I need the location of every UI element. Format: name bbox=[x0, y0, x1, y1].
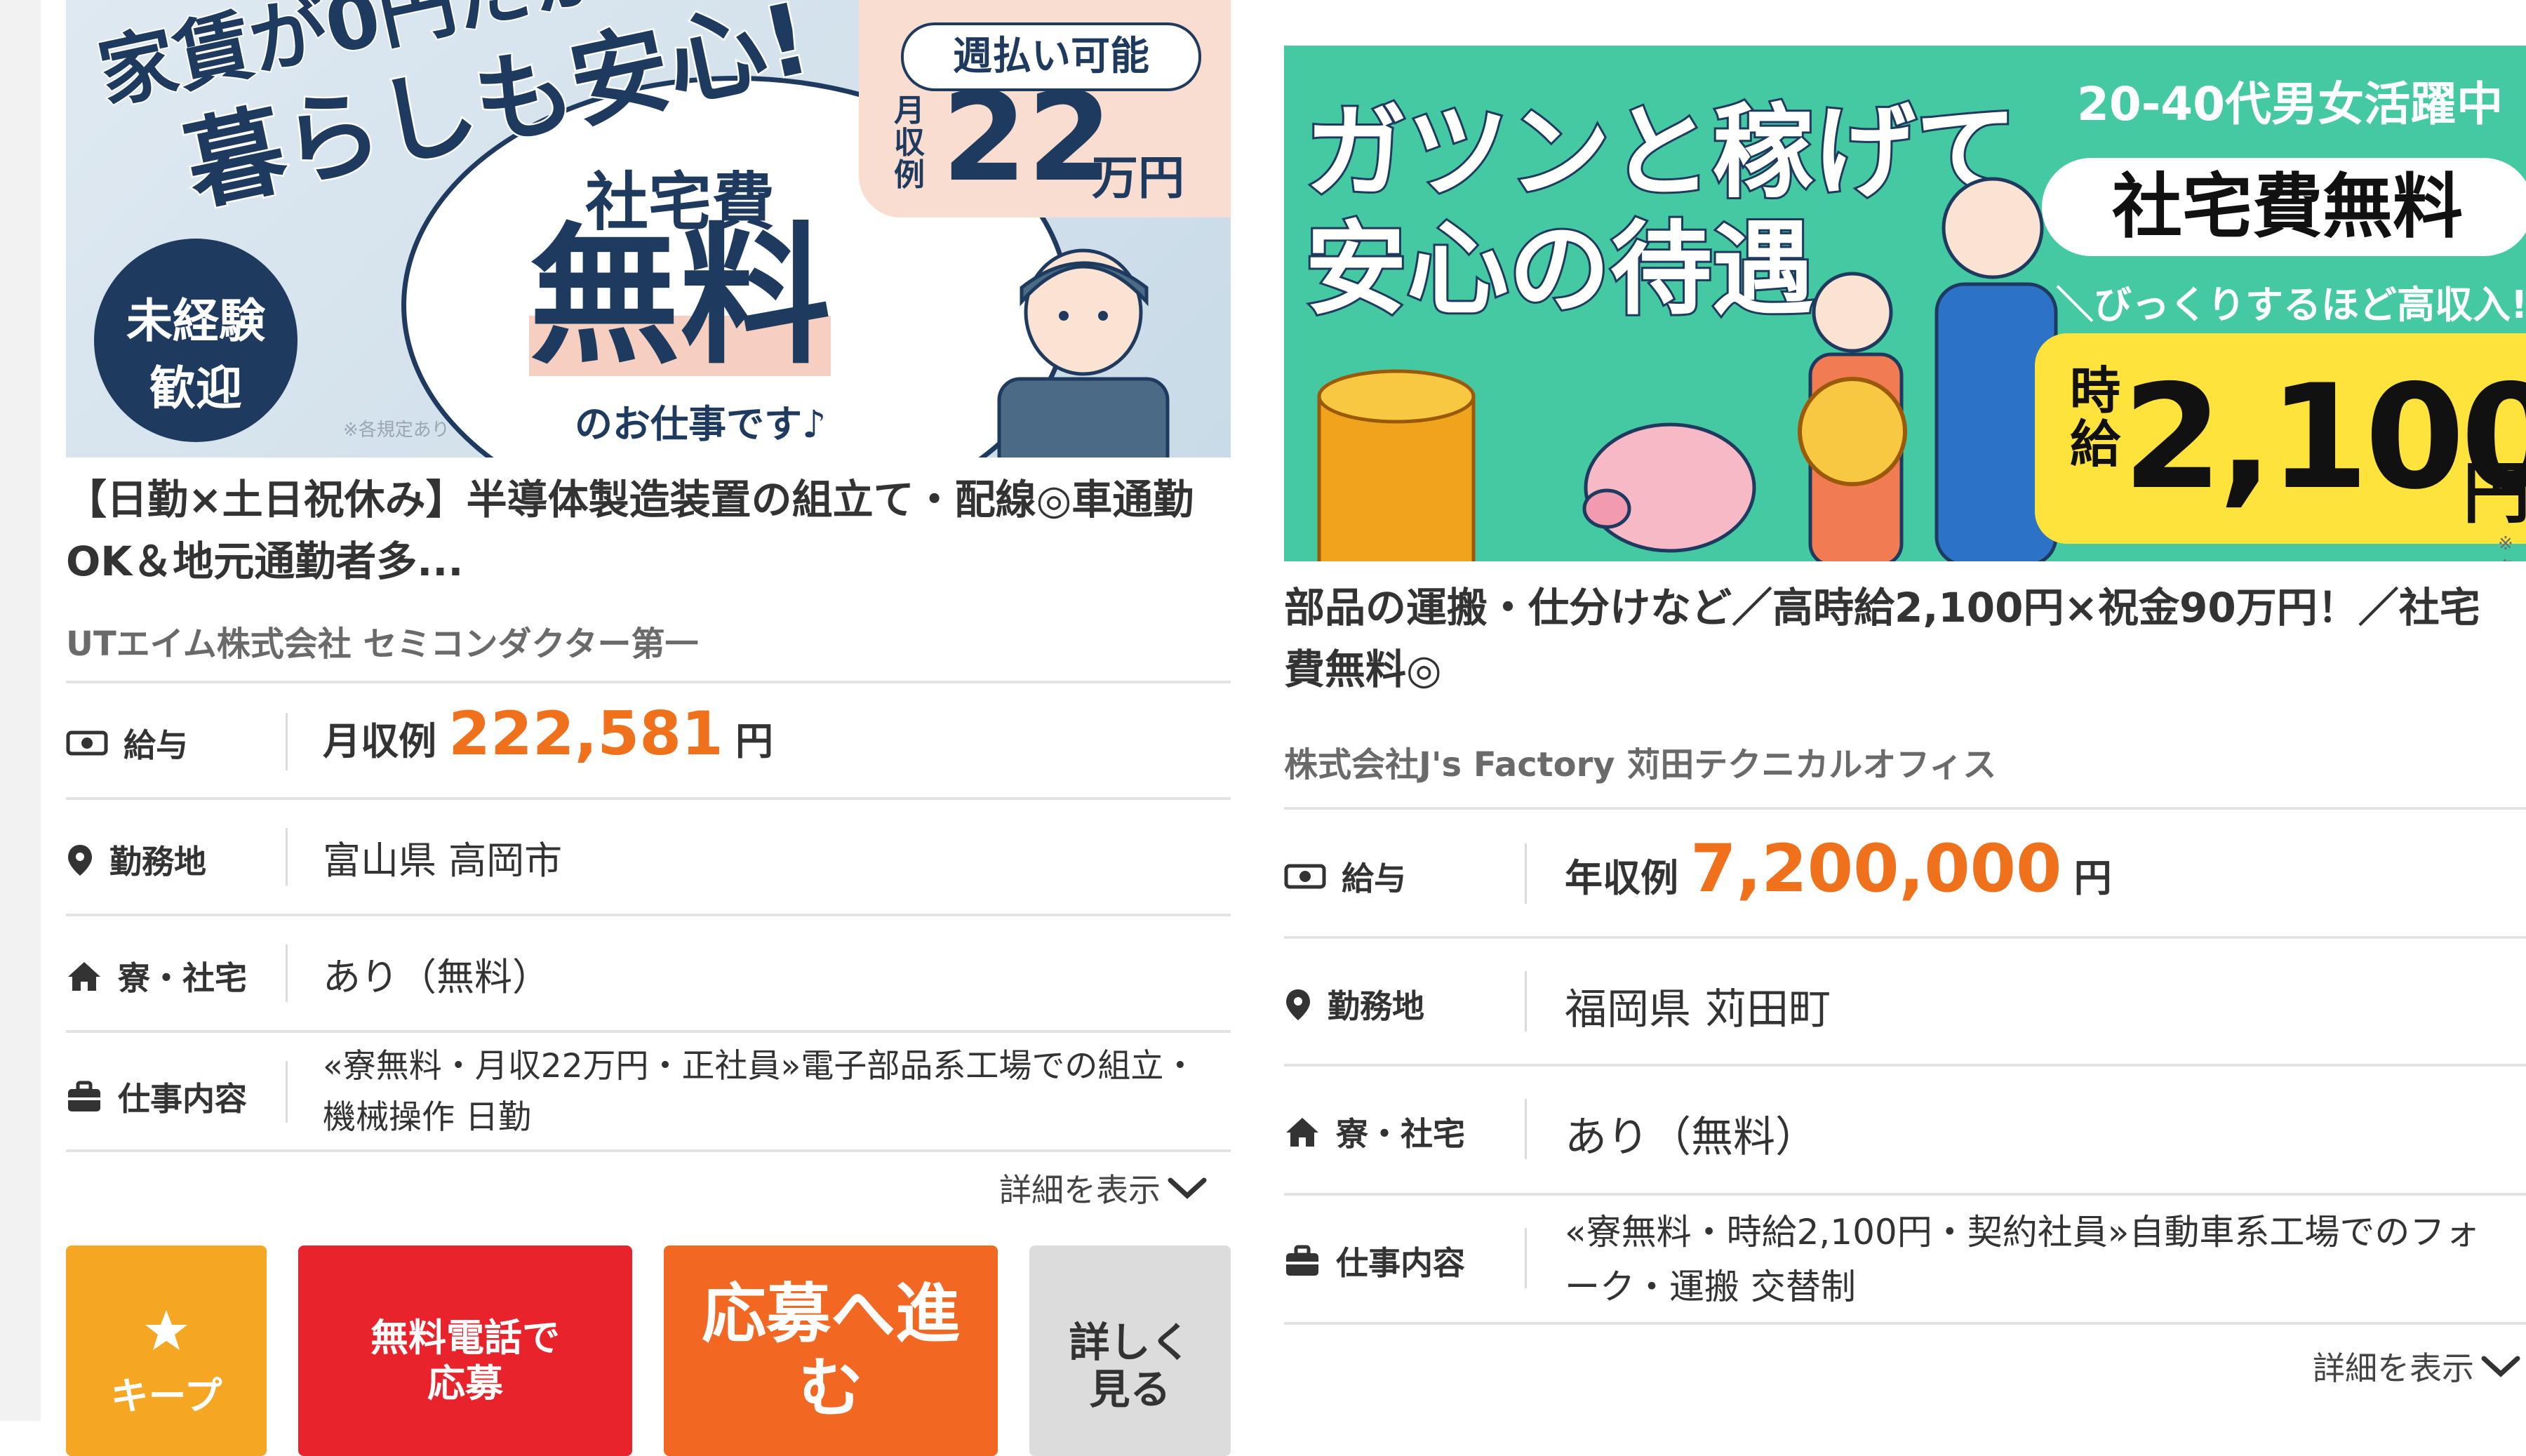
job-banner-image-2[interactable]: ガツンと稼げて 安心の待遇 20-40代男女活躍中 社宅費無料 ＼びっくりするほ… bbox=[1284, 46, 2526, 561]
show-details-link[interactable]: 詳細を表示 bbox=[2313, 1343, 2522, 1389]
monthly-income-label: 月収例 bbox=[894, 93, 925, 194]
money-icon bbox=[1284, 864, 1326, 889]
salary-amount: 222,581 bbox=[448, 699, 723, 769]
see-details-label: 詳しく見る bbox=[1069, 1318, 1191, 1413]
banner-note: ※各規定あり bbox=[2498, 533, 2516, 561]
salary-unit: 円 bbox=[735, 719, 774, 763]
dorm-label: 寮・社宅 bbox=[66, 953, 247, 999]
job-description-row: 仕事内容 «寮無料・時給2,100円・契約社員»自動車系工場でのフォーク・運搬 … bbox=[1284, 1193, 2526, 1325]
chevron-down-icon bbox=[1168, 1177, 1207, 1199]
salary-label: 給与 bbox=[1284, 853, 1406, 900]
see-details-button[interactable]: 詳しく見る bbox=[1029, 1245, 1231, 1456]
location-value: 富山県 高岡市 bbox=[323, 839, 563, 883]
row-divider bbox=[1525, 843, 1527, 904]
salary-amount: 7,200,000 bbox=[1690, 831, 2062, 907]
age-tagline: 20-40代男女活躍中 bbox=[2077, 77, 2504, 131]
chevron-down-icon bbox=[2481, 1356, 2520, 1377]
piggy-bank-illustration bbox=[1582, 422, 1756, 553]
badge-line-2: 歓迎 bbox=[149, 361, 242, 415]
phone-apply-label: 無料電話で応募 bbox=[370, 1316, 560, 1405]
hourly-unit: 円 bbox=[2463, 454, 2526, 533]
company-name: UTエイム株式会社 セミコンダクター第一 bbox=[66, 625, 699, 664]
row-divider bbox=[286, 828, 288, 886]
inexperienced-welcome-badge: 未経験 歓迎 bbox=[94, 239, 298, 442]
dorm-value: あり（無料） bbox=[1565, 1113, 1817, 1162]
badge-line-1: 未経験 bbox=[126, 294, 265, 348]
salary-prefix: 年収例 bbox=[1565, 856, 1678, 900]
salary-value: 年収例 7,200,000 円 bbox=[1565, 831, 2112, 907]
show-details-link[interactable]: 詳細を表示 bbox=[999, 1165, 1208, 1211]
row-divider bbox=[286, 944, 288, 1002]
people-illustration bbox=[1798, 177, 2058, 561]
hourly-label: 時給 bbox=[2070, 361, 2121, 474]
briefcase-icon bbox=[1286, 1245, 1318, 1276]
job-description-row: 仕事内容 «寮無料・月収22万円・正社員»電子部品系工場での組立・機械操作 日勤 bbox=[66, 1030, 1231, 1152]
page-left-gutter bbox=[0, 0, 41, 1421]
banner-note: ※各規定あり bbox=[343, 420, 450, 441]
salary-row: 給与 月収例 222,581 円 bbox=[66, 681, 1231, 796]
high-income-tagline: ＼びっくりするほど高収入!／ bbox=[2056, 283, 2526, 327]
location-label: 勤務地 bbox=[66, 836, 206, 883]
apply-label: 応募へ進む bbox=[701, 1276, 960, 1426]
apply-button[interactable]: 応募へ進む bbox=[664, 1245, 998, 1456]
home-icon bbox=[1286, 1118, 1318, 1147]
job-banner-image-1[interactable]: 家賃が0円だから 暮らしも安心! 社宅費 無料 のお仕事です♪ 週払い可能 月収… bbox=[66, 0, 1231, 457]
keep-label: キープ bbox=[110, 1374, 222, 1418]
salary-value: 月収例 222,581 円 bbox=[323, 699, 773, 769]
banner-sub-2: 無料 bbox=[529, 208, 831, 385]
job-value: «寮無料・月収22万円・正社員»電子部品系工場での組立・機械操作 日勤 bbox=[323, 1047, 1197, 1137]
company-name: 株式会社J's Factory 苅田テクニカルオフィス bbox=[1284, 745, 1997, 784]
monthly-income-amount: 22 bbox=[942, 67, 1113, 209]
row-divider bbox=[286, 713, 288, 770]
free-phone-apply-button[interactable]: 無料電話で応募 bbox=[298, 1245, 632, 1456]
row-divider bbox=[1525, 1099, 1527, 1159]
dorm-label: 寮・社宅 bbox=[1284, 1109, 1465, 1155]
row-divider bbox=[1525, 971, 1527, 1031]
salary-prefix: 月収例 bbox=[323, 719, 436, 763]
worker-illustration bbox=[997, 248, 1170, 457]
dorm-row: 寮・社宅 あり（無料） bbox=[66, 914, 1231, 1029]
banner-sub-3: のお仕事です♪ bbox=[575, 402, 827, 446]
location-row: 勤務地 福岡県 苅田町 bbox=[1284, 936, 2526, 1065]
dorm-value: あり（無料） bbox=[323, 955, 550, 999]
job-label: 仕事内容 bbox=[1284, 1238, 1465, 1284]
housing-free-pill: 社宅費無料 bbox=[2042, 158, 2526, 256]
location-row: 勤務地 富山県 高岡市 bbox=[66, 797, 1231, 912]
dorm-row: 寮・社宅 あり（無料） bbox=[1284, 1064, 2526, 1193]
monthly-income-unit: 万円 bbox=[1092, 151, 1184, 205]
coin-stack-illustration bbox=[1317, 369, 1476, 561]
location-pin-icon bbox=[1286, 989, 1310, 1020]
money-icon bbox=[66, 730, 108, 756]
keep-button[interactable]: キープ bbox=[66, 1245, 267, 1456]
salary-row: 給与 年収例 7,200,000 円 bbox=[1284, 807, 2526, 936]
location-label: 勤務地 bbox=[1284, 981, 1424, 1027]
location-pin-icon bbox=[68, 845, 92, 876]
salary-label: 給与 bbox=[66, 720, 188, 766]
job-value: «寮無料・時給2,100円・契約社員»自動車系工場でのフォーク・運搬 交替制 bbox=[1565, 1212, 2480, 1307]
job-title[interactable]: 【日勤×土日祝休み】半導体製造装置の組立て・配線◎車通勤OK＆地元通勤者多... bbox=[66, 469, 1231, 592]
row-divider bbox=[286, 1061, 288, 1123]
job-title[interactable]: 部品の運搬・仕分けなど／高時給2,100円×祝金90万円！／社宅費無料◎ bbox=[1284, 577, 2519, 700]
job-label: 仕事内容 bbox=[66, 1074, 247, 1120]
location-value: 福岡県 苅田町 bbox=[1565, 985, 1831, 1034]
star-icon bbox=[145, 1310, 187, 1350]
salary-unit: 円 bbox=[2073, 856, 2112, 900]
home-icon bbox=[68, 962, 100, 991]
briefcase-icon bbox=[68, 1081, 100, 1111]
row-divider bbox=[1525, 1228, 1527, 1288]
